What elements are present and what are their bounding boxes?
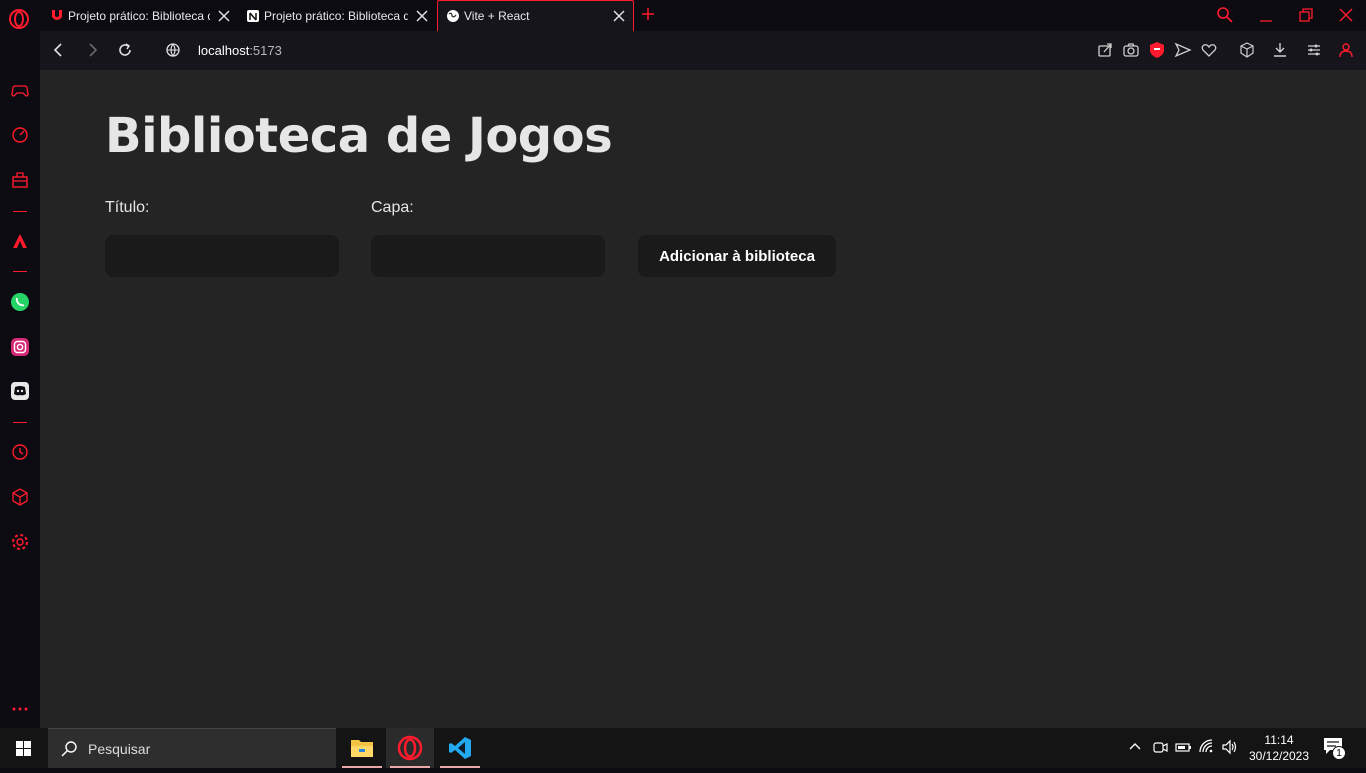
clock-time: 11:14	[1264, 733, 1294, 747]
instagram-icon[interactable]	[10, 337, 30, 357]
share-icon[interactable]	[1096, 41, 1114, 59]
forward-icon[interactable]	[83, 41, 101, 59]
bullet-icon	[52, 9, 62, 20]
page-content: Biblioteca de Jogos Título: Capa: Adicio…	[40, 70, 1366, 728]
vscode-icon	[449, 737, 471, 759]
clock-date: 30/12/2023	[1248, 749, 1310, 763]
volume-icon[interactable]	[1221, 738, 1239, 756]
title-label: Título:	[105, 199, 150, 216]
taskbar-app-vscode[interactable]	[436, 728, 484, 768]
search-tabs-icon[interactable]	[1215, 5, 1235, 25]
heart-icon[interactable]	[1200, 41, 1218, 59]
close-window-icon[interactable]	[1336, 5, 1356, 25]
add-to-library-button[interactable]: Adicionar à biblioteca	[638, 235, 836, 277]
taskbar-search[interactable]: Pesquisar	[48, 728, 336, 768]
taskbar-app-opera[interactable]	[386, 728, 434, 768]
settings-gear-icon[interactable]	[10, 532, 30, 552]
battery-icon[interactable]	[1174, 738, 1192, 756]
camera-icon[interactable]	[1122, 41, 1140, 59]
opera-icon	[397, 735, 423, 761]
easy-setup-icon[interactable]	[1305, 41, 1323, 59]
sidebar	[0, 31, 40, 728]
extensions-icon[interactable]	[10, 487, 30, 507]
new-tab-icon[interactable]	[640, 6, 656, 22]
close-tab-icon[interactable]	[216, 8, 232, 24]
globe-icon	[447, 10, 459, 22]
url-field[interactable]: localhost:5173	[198, 43, 282, 58]
chevron-up-icon[interactable]	[1126, 738, 1144, 756]
url-host: localhost	[198, 43, 250, 58]
more-options-icon[interactable]	[10, 699, 30, 719]
page-title: Biblioteca de Jogos	[105, 108, 613, 164]
tab-projeto-1[interactable]: Projeto prático: Biblioteca d	[42, 0, 238, 31]
gamepad-icon[interactable]	[10, 81, 30, 101]
taskbar: Pesquisar 11:14 30/12/2023 1	[0, 728, 1366, 768]
cover-input[interactable]	[371, 235, 605, 277]
close-tab-icon[interactable]	[611, 8, 627, 24]
search-placeholder: Pesquisar	[88, 740, 151, 757]
aria-icon[interactable]	[10, 231, 30, 251]
whatsapp-icon[interactable]	[10, 292, 30, 312]
restore-icon[interactable]	[1296, 5, 1316, 25]
tab-label: Projeto prático: Biblioteca d	[68, 8, 210, 23]
tab-projeto-2[interactable]: Projeto prático: Biblioteca d	[238, 0, 436, 31]
tab-bar: Projeto prático: Biblioteca d Projeto pr…	[0, 0, 1366, 31]
sidebar-divider	[13, 271, 27, 272]
back-icon[interactable]	[50, 41, 68, 59]
search-icon	[61, 740, 77, 757]
minimize-icon[interactable]	[1256, 5, 1276, 25]
windows-icon	[16, 741, 31, 756]
file-explorer-icon	[351, 740, 373, 757]
notification-badge: 1	[1332, 746, 1346, 760]
site-info-icon[interactable]	[164, 41, 182, 59]
taskbar-clock[interactable]: 11:14 30/12/2023	[1244, 732, 1314, 764]
send-icon[interactable]	[1174, 41, 1192, 59]
title-input[interactable]	[105, 235, 339, 277]
opera-menu-icon[interactable]	[8, 8, 30, 30]
discord-icon[interactable]	[10, 381, 30, 401]
notification-center[interactable]: 1	[1322, 736, 1350, 760]
adblock-shield-icon[interactable]	[1148, 41, 1166, 59]
history-icon[interactable]	[10, 442, 30, 462]
start-button[interactable]	[0, 728, 48, 768]
box-icon[interactable]	[1238, 41, 1256, 59]
tab-label: Vite + React	[464, 9, 530, 23]
reload-icon[interactable]	[116, 41, 134, 59]
sidebar-divider	[13, 211, 27, 212]
cover-label: Capa:	[371, 199, 414, 216]
bag-icon[interactable]	[10, 170, 30, 190]
account-icon[interactable]	[1337, 41, 1355, 59]
tab-label: Projeto prático: Biblioteca d	[264, 8, 408, 23]
notion-icon	[247, 9, 259, 22]
sidebar-divider	[13, 422, 27, 423]
wifi-icon[interactable]	[1198, 738, 1216, 756]
url-port: :5173	[249, 43, 282, 58]
download-icon[interactable]	[1271, 41, 1289, 59]
tab-vite-react[interactable]: Vite + React	[437, 0, 634, 31]
speedometer-icon[interactable]	[10, 125, 30, 145]
address-bar: localhost:5173	[40, 31, 1366, 70]
meet-now-icon[interactable]	[1151, 738, 1169, 756]
taskbar-app-file-explorer[interactable]	[338, 728, 386, 768]
close-tab-icon[interactable]	[414, 8, 430, 24]
